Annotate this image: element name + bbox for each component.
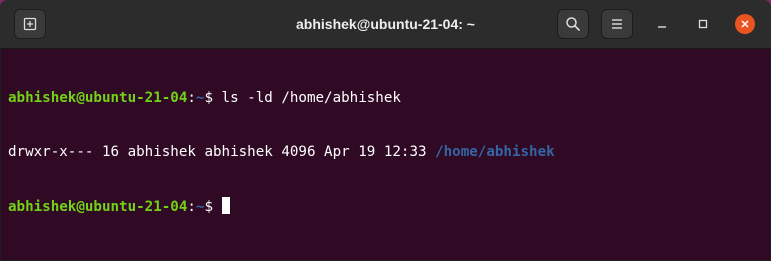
command-text: ls -ld /home/abhishek — [213, 90, 401, 106]
prompt-user-host: abhishek@ubuntu-21-04 — [8, 90, 188, 106]
maximize-button[interactable] — [693, 14, 713, 34]
terminal-output[interactable]: abhishek@ubuntu-21-04:~$ ls -ld /home/ab… — [0, 49, 771, 261]
menu-button[interactable] — [601, 9, 633, 39]
close-button[interactable] — [735, 14, 755, 34]
hamburger-menu-icon — [612, 19, 622, 29]
minimize-icon — [658, 26, 666, 28]
ls-output-text: drwxr-x--- 16 abhishek abhishek 4096 Apr… — [8, 144, 436, 160]
prompt-dollar: $ — [204, 90, 214, 106]
prompt-colon: : — [187, 199, 196, 215]
command-text — [213, 199, 222, 215]
search-icon — [566, 17, 580, 31]
terminal-line-prompt: abhishek@ubuntu-21-04:~$ — [8, 197, 763, 215]
title-bar: abhishek@ubuntu-21-04: ~ — [0, 0, 771, 49]
new-tab-button[interactable] — [14, 9, 46, 39]
terminal-window: abhishek@ubuntu-21-04: ~ abhishek@ubuntu… — [0, 0, 771, 261]
new-tab-icon — [23, 17, 37, 31]
terminal-line-output: drwxr-x--- 16 abhishek abhishek 4096 Apr… — [8, 143, 763, 161]
search-button[interactable] — [557, 9, 589, 39]
text-cursor — [221, 197, 230, 214]
terminal-line-command: abhishek@ubuntu-21-04:~$ ls -ld /home/ab… — [8, 89, 763, 107]
prompt-dollar: $ — [204, 199, 214, 215]
minimize-button[interactable] — [652, 14, 672, 34]
maximize-icon — [698, 19, 708, 29]
prompt-colon: : — [187, 90, 196, 106]
close-icon — [741, 20, 749, 28]
prompt-user-host: abhishek@ubuntu-21-04 — [8, 199, 188, 215]
ls-output-directory: /home/abhishek — [435, 144, 555, 160]
